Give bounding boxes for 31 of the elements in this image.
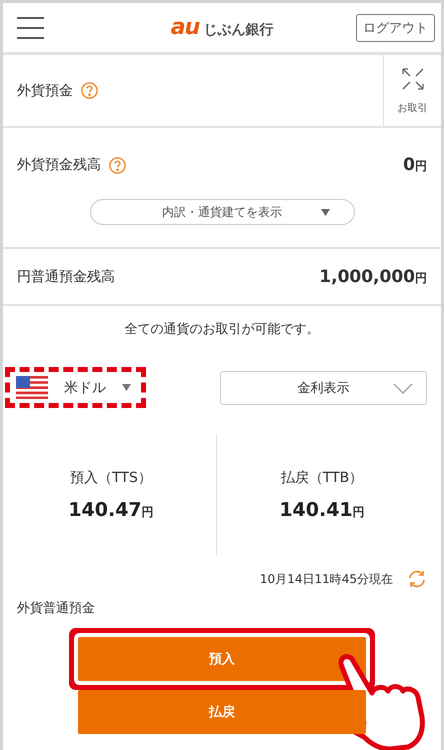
rate-label: 預入（TTS） [70, 468, 152, 486]
currency-unit: 円 [415, 158, 427, 175]
currency-selector[interactable]: 米ドル [6, 368, 145, 407]
balance-label: 円普通預金残高 [17, 268, 115, 286]
notice-text: 全ての通貨のお取引が可能です。 [124, 321, 320, 338]
arrows-icon [400, 66, 424, 90]
logo-text: じぶん銀行 [203, 21, 274, 39]
help-icon[interactable] [109, 156, 126, 174]
logo-mark: au [170, 15, 200, 40]
currency-unit: 円 [352, 504, 365, 520]
flag-icon [16, 376, 48, 399]
rate-label: 払戻（TTB） [280, 468, 364, 486]
caret-icon [320, 208, 330, 216]
balance-label: 外貨預金残高 [17, 156, 101, 174]
currency-unit: 円 [415, 270, 427, 286]
refresh-icon[interactable] [407, 569, 427, 589]
chevron-down-icon [393, 382, 413, 394]
menu-icon[interactable] [17, 16, 44, 40]
rate-value: 140.47 [68, 498, 142, 520]
balance-amount: 1,000,000 [319, 266, 415, 286]
breakdown-dropdown[interactable]: 内訳・通貨建てを表示 [90, 199, 354, 225]
section-title: 外貨預金 [17, 82, 73, 100]
rate-view-dropdown[interactable]: 金利表示 [220, 370, 427, 404]
logout-button[interactable]: ログアウト [356, 14, 435, 42]
account-label: 外貨普通預金 [16, 600, 96, 617]
help-icon[interactable] [81, 82, 98, 99]
rate-value: 140.41 [279, 498, 353, 520]
currency-unit: 円 [142, 504, 154, 520]
balance-amount: 0 [403, 155, 415, 175]
timestamp: 10月14日11時45分現在 [260, 570, 393, 588]
caret-icon [122, 384, 131, 391]
